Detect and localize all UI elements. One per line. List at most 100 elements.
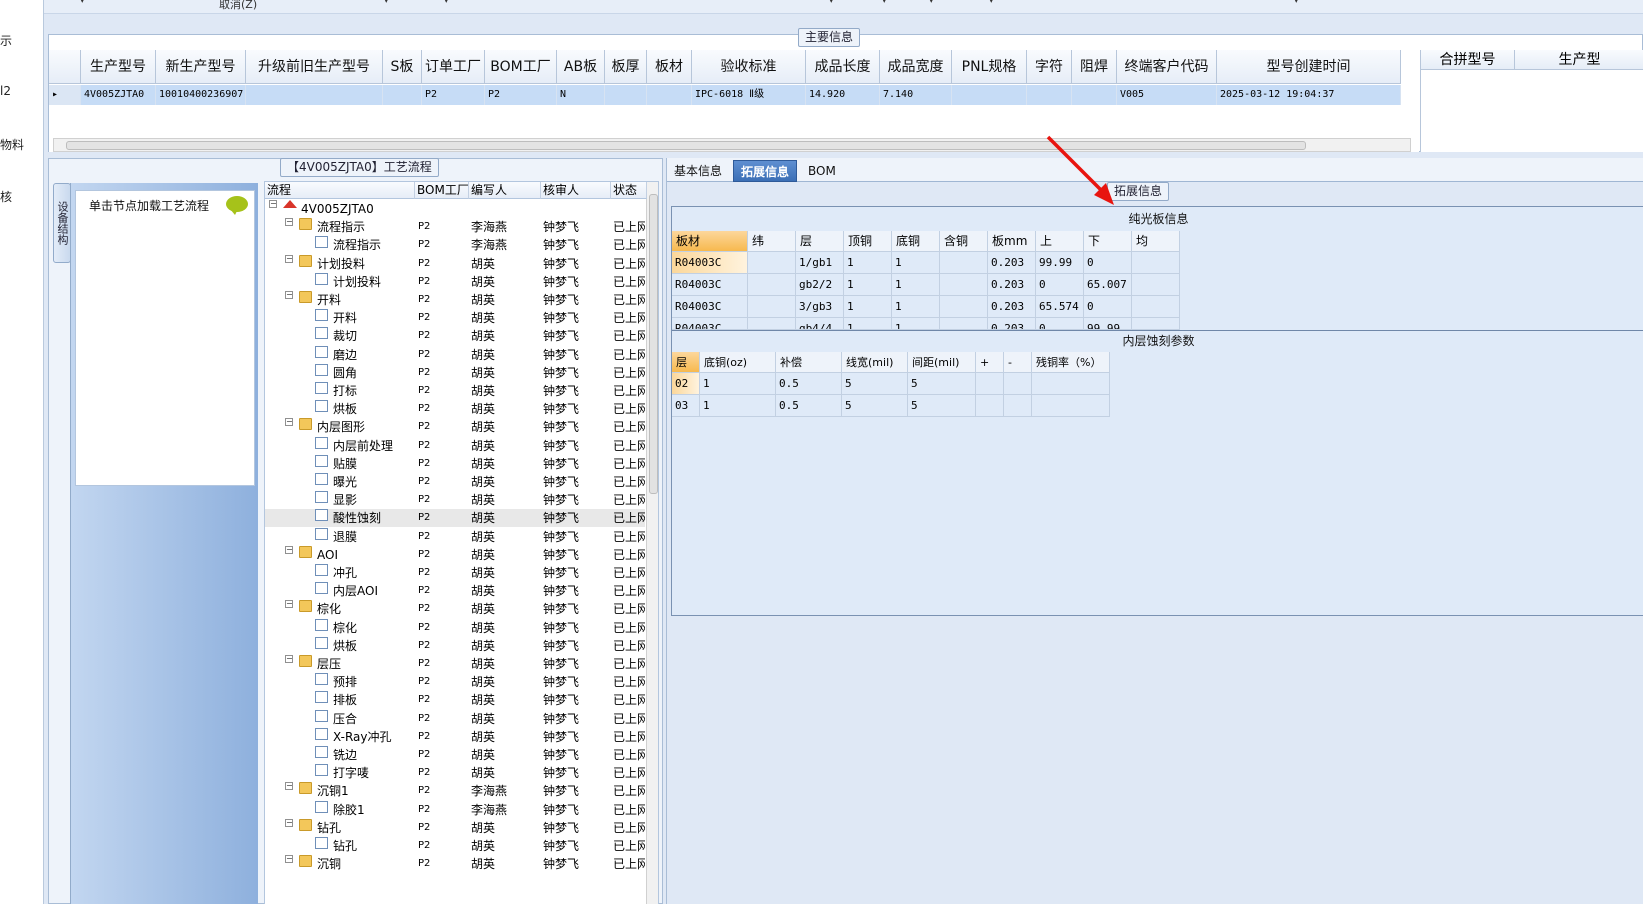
column-header[interactable]: 板材 bbox=[647, 50, 692, 84]
table-cell[interactable]: 99.99 bbox=[1036, 252, 1084, 274]
chevron-down-icon[interactable]: ▾ bbox=[80, 0, 85, 6]
table-cell[interactable]: 65.007 bbox=[1084, 274, 1132, 296]
table-cell[interactable] bbox=[748, 252, 796, 274]
nav-item[interactable]: l2 bbox=[0, 84, 43, 98]
column-header[interactable]: BOM工厂 bbox=[485, 50, 557, 84]
tree-node[interactable]: 退膜 P2 胡英 钟梦飞 已上网 bbox=[265, 527, 645, 546]
tree-node[interactable]: 压合 P2 胡英 钟梦飞 已上网 bbox=[265, 709, 645, 728]
tab-bom[interactable]: BOM bbox=[801, 160, 843, 182]
column-header[interactable]: 纬 bbox=[748, 231, 796, 252]
table-cell[interactable] bbox=[1132, 318, 1180, 330]
table-cell[interactable] bbox=[940, 274, 988, 296]
chevron-down-icon[interactable]: ▾ bbox=[444, 0, 449, 6]
table-cell[interactable] bbox=[748, 274, 796, 296]
column-header[interactable]: PNL规格 bbox=[952, 50, 1027, 84]
table-cell[interactable]: 7.140 bbox=[880, 85, 952, 105]
column-header[interactable]: 补偿 bbox=[776, 352, 842, 373]
table-cell[interactable] bbox=[940, 252, 988, 274]
table-cell[interactable]: 02 bbox=[672, 373, 700, 395]
table-cell[interactable] bbox=[383, 85, 422, 105]
column-header[interactable]: 板厚 bbox=[605, 50, 647, 84]
table-cell[interactable]: 1/gb1 bbox=[796, 252, 844, 274]
column-header[interactable]: 验收标准 bbox=[692, 50, 806, 84]
column-header[interactable]: 型号创建时间 bbox=[1217, 50, 1401, 84]
table-cell[interactable]: 1 bbox=[892, 274, 940, 296]
table-cell[interactable]: P2 bbox=[485, 85, 557, 105]
table-cell[interactable]: 1 bbox=[844, 274, 892, 296]
tab-basic[interactable]: 基本信息 bbox=[667, 160, 729, 182]
tree-node[interactable]: 预排 P2 胡英 钟梦飞 已上网 bbox=[265, 673, 645, 691]
column-header[interactable]: 订单工厂 bbox=[422, 50, 485, 84]
table-cell[interactable]: 1 bbox=[844, 252, 892, 274]
table-cell[interactable]: 99.99 bbox=[1084, 318, 1132, 330]
tree-node[interactable]: 磨边 P2 胡英 钟梦飞 已上网 bbox=[265, 345, 645, 364]
tree-node[interactable]: 棕化 P2 胡英 钟梦飞 已上网 bbox=[265, 618, 645, 637]
table-cell[interactable] bbox=[940, 318, 988, 330]
tree-node[interactable]: − 层压 P2 胡英 钟梦飞 已上网 bbox=[265, 655, 645, 673]
column-header[interactable]: 编写人 bbox=[469, 182, 541, 199]
expand-toggle-icon[interactable]: − bbox=[285, 254, 293, 263]
column-header[interactable]: 顶铜 bbox=[844, 231, 892, 252]
table-cell[interactable]: 0.203 bbox=[988, 252, 1036, 274]
expand-toggle-icon[interactable]: − bbox=[269, 200, 277, 208]
table-cell[interactable]: R04003C bbox=[672, 252, 748, 274]
table-cell[interactable] bbox=[748, 318, 796, 330]
expand-toggle-icon[interactable]: − bbox=[285, 782, 293, 791]
tree-node[interactable]: − 棕化 P2 胡英 钟梦飞 已上网 bbox=[265, 600, 645, 618]
table-cell[interactable] bbox=[748, 296, 796, 318]
tree-node[interactable]: 烘板 P2 胡英 钟梦飞 已上网 bbox=[265, 400, 645, 418]
column-header[interactable]: 合拼型号 bbox=[1421, 50, 1515, 70]
expand-toggle-icon[interactable]: − bbox=[285, 418, 293, 427]
table-cell[interactable]: 1 bbox=[892, 296, 940, 318]
tree-node[interactable]: 烘板 P2 胡英 钟梦飞 已上网 bbox=[265, 636, 645, 655]
table-cell[interactable]: 0 bbox=[1036, 318, 1084, 330]
tree-node[interactable]: 曝光 P2 胡英 钟梦飞 已上网 bbox=[265, 473, 645, 491]
column-header[interactable]: 流程 bbox=[265, 182, 415, 199]
tree-node[interactable]: − 内层图形 P2 胡英 钟梦飞 已上网 bbox=[265, 418, 645, 436]
chevron-down-icon[interactable]: ▾ bbox=[989, 0, 994, 6]
tree-node[interactable]: 计划投料 P2 胡英 钟梦飞 已上网 bbox=[265, 272, 645, 291]
column-header[interactable]: 生产型 bbox=[1515, 50, 1643, 70]
tree-node[interactable]: 开料 P2 胡英 钟梦飞 已上网 bbox=[265, 309, 645, 327]
table-cell[interactable]: R04003C bbox=[672, 274, 748, 296]
tree-node[interactable]: − AOI P2 胡英 钟梦飞 已上网 bbox=[265, 545, 645, 564]
table-cell[interactable] bbox=[1027, 85, 1072, 105]
column-header[interactable]: 上 bbox=[1036, 231, 1084, 252]
tree-node[interactable]: 打标 P2 胡英 钟梦飞 已上网 bbox=[265, 382, 645, 400]
table-cell[interactable]: 0 bbox=[1036, 274, 1084, 296]
table-cell[interactable]: 10010400236907 bbox=[156, 85, 246, 105]
table-cell[interactable]: V005 bbox=[1117, 85, 1217, 105]
column-header[interactable]: 新生产型号 bbox=[156, 50, 246, 84]
table-cell[interactable]: gb4/4 bbox=[796, 318, 844, 330]
tree-node[interactable]: − 钻孔 P2 胡英 钟梦飞 已上网 bbox=[265, 818, 645, 837]
tree-node[interactable]: 冲孔 P2 胡英 钟梦飞 已上网 bbox=[265, 564, 645, 582]
nav-item[interactable]: 示 bbox=[0, 32, 43, 49]
table-cell[interactable]: 4V005ZJTA0 bbox=[81, 85, 156, 105]
tree-node[interactable]: − 沉铜 P2 胡英 钟梦飞 已上网 bbox=[265, 855, 645, 873]
column-header[interactable]: 板材 bbox=[672, 231, 748, 252]
column-header[interactable]: 成品长度 bbox=[806, 50, 880, 84]
table-cell[interactable]: 0.5 bbox=[776, 373, 842, 395]
table-cell[interactable]: 0.5 bbox=[776, 395, 842, 417]
table-cell[interactable]: R04003C bbox=[672, 318, 748, 330]
table-cell[interactable] bbox=[647, 85, 692, 105]
column-header[interactable]: 核审人 bbox=[541, 182, 611, 199]
chevron-down-icon[interactable]: ▾ bbox=[384, 0, 389, 6]
column-header[interactable]: 终端客户代码 bbox=[1117, 50, 1217, 84]
column-header[interactable]: AB板 bbox=[557, 50, 605, 84]
expand-toggle-icon[interactable]: − bbox=[285, 855, 293, 864]
table-cell[interactable]: 1 bbox=[700, 395, 776, 417]
column-header[interactable]: 底铜 bbox=[892, 231, 940, 252]
tree-node[interactable]: 除胶1 P2 李海燕 钟梦飞 已上网 bbox=[265, 800, 645, 819]
table-cell[interactable] bbox=[605, 85, 647, 105]
tree-node[interactable]: 钻孔 P2 胡英 钟梦飞 已上网 bbox=[265, 837, 645, 855]
table-cell[interactable]: 65.574 bbox=[1036, 296, 1084, 318]
chevron-down-icon[interactable]: ▾ bbox=[829, 0, 834, 6]
tree-node[interactable]: 排板 P2 胡英 钟梦飞 已上网 bbox=[265, 691, 645, 709]
table-cell[interactable]: 0.203 bbox=[988, 296, 1036, 318]
table-cell[interactable] bbox=[246, 85, 383, 105]
table-cell[interactable] bbox=[1032, 395, 1110, 417]
chevron-down-icon[interactable]: ▾ bbox=[882, 0, 887, 6]
table-cell[interactable]: 0 bbox=[1084, 296, 1132, 318]
nav-item[interactable]: 核 bbox=[0, 188, 43, 205]
